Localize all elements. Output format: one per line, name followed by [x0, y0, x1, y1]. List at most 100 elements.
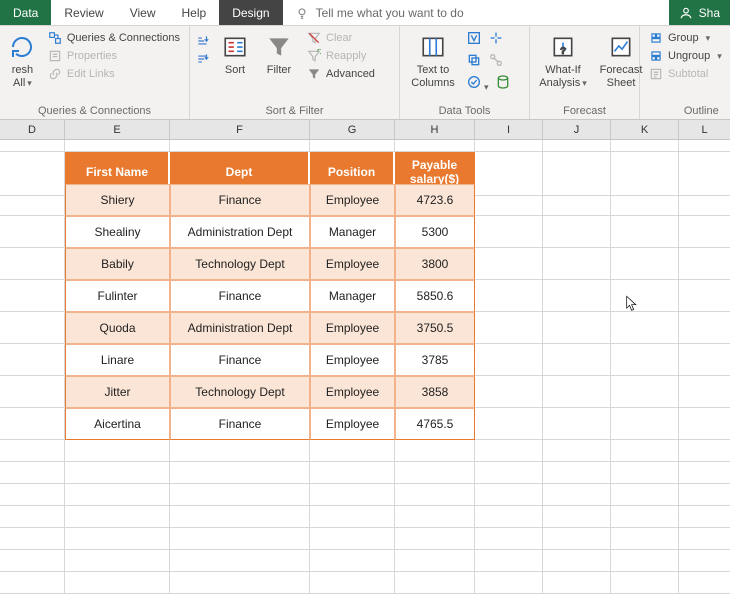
cell[interactable]: [170, 528, 310, 550]
advanced-button[interactable]: Advanced: [304, 66, 378, 82]
tell-me-search[interactable]: Tell me what you want to do: [283, 0, 476, 25]
cell[interactable]: [0, 312, 65, 344]
cell[interactable]: [65, 506, 170, 528]
cell[interactable]: [679, 376, 730, 408]
td-position[interactable]: Employee: [310, 312, 395, 344]
cell[interactable]: [65, 550, 170, 572]
td-salary[interactable]: 5300: [395, 216, 475, 248]
tab-view[interactable]: View: [117, 0, 169, 25]
td-position[interactable]: Employee: [310, 248, 395, 280]
cell[interactable]: [611, 440, 679, 462]
cell[interactable]: [679, 344, 730, 376]
td-salary[interactable]: 3750.5: [395, 312, 475, 344]
td-salary[interactable]: 4765.5: [395, 408, 475, 440]
refresh-all-button[interactable]: reshAll▾: [6, 30, 39, 92]
cell[interactable]: [475, 376, 543, 408]
tab-design[interactable]: Design: [219, 0, 282, 25]
cell[interactable]: [543, 216, 611, 248]
cell[interactable]: [310, 462, 395, 484]
cell[interactable]: [543, 484, 611, 506]
cell[interactable]: [543, 572, 611, 594]
td-dept[interactable]: Finance: [170, 184, 310, 216]
td-salary[interactable]: 3800: [395, 248, 475, 280]
cell[interactable]: [65, 440, 170, 462]
col-L[interactable]: L: [679, 120, 730, 139]
col-J[interactable]: J: [543, 120, 611, 139]
col-K[interactable]: K: [611, 120, 679, 139]
cell[interactable]: [475, 216, 543, 248]
cell[interactable]: [543, 376, 611, 408]
cell[interactable]: [679, 462, 730, 484]
td-position[interactable]: Manager: [310, 280, 395, 312]
td-dept[interactable]: Finance: [170, 344, 310, 376]
what-if-analysis-button[interactable]: ? What-IfAnalysis▾: [536, 30, 590, 92]
cell[interactable]: [611, 572, 679, 594]
cell[interactable]: [65, 484, 170, 506]
td-first-name[interactable]: Shiery: [65, 184, 170, 216]
cell[interactable]: [310, 572, 395, 594]
cell[interactable]: [611, 344, 679, 376]
cell[interactable]: [475, 248, 543, 280]
cell[interactable]: [543, 550, 611, 572]
cell[interactable]: [611, 248, 679, 280]
cell[interactable]: [395, 140, 475, 152]
tab-help[interactable]: Help: [169, 0, 220, 25]
td-salary[interactable]: 3785: [395, 344, 475, 376]
cell[interactable]: [395, 440, 475, 462]
cell[interactable]: [543, 248, 611, 280]
col-I[interactable]: I: [475, 120, 543, 139]
remove-duplicates-icon[interactable]: [466, 52, 482, 71]
cell[interactable]: [679, 440, 730, 462]
group-button[interactable]: Group▾: [646, 30, 725, 46]
td-position[interactable]: Employee: [310, 408, 395, 440]
cell[interactable]: [310, 140, 395, 152]
cell[interactable]: [543, 408, 611, 440]
cell[interactable]: [679, 140, 730, 152]
td-first-name[interactable]: Jitter: [65, 376, 170, 408]
cell[interactable]: [395, 572, 475, 594]
td-first-name[interactable]: Quoda: [65, 312, 170, 344]
cell[interactable]: [679, 408, 730, 440]
tab-review[interactable]: Review: [51, 0, 116, 25]
cell[interactable]: [310, 506, 395, 528]
flash-fill-icon[interactable]: [466, 30, 482, 49]
cell[interactable]: [475, 528, 543, 550]
cell[interactable]: [65, 462, 170, 484]
cell[interactable]: [543, 462, 611, 484]
td-first-name[interactable]: Aicertina: [65, 408, 170, 440]
cell[interactable]: [611, 506, 679, 528]
cell[interactable]: [475, 572, 543, 594]
cell[interactable]: [543, 280, 611, 312]
cell[interactable]: [0, 216, 65, 248]
td-dept[interactable]: Administration Dept: [170, 216, 310, 248]
properties-button[interactable]: Properties: [45, 48, 183, 64]
cell[interactable]: [170, 462, 310, 484]
cell[interactable]: [310, 528, 395, 550]
cell[interactable]: [0, 376, 65, 408]
cell[interactable]: [543, 344, 611, 376]
tab-data[interactable]: Data: [0, 0, 51, 25]
cell[interactable]: [0, 280, 65, 312]
cell[interactable]: [611, 280, 679, 312]
td-position[interactable]: Employee: [310, 376, 395, 408]
forecast-sheet-button[interactable]: ForecastSheet: [596, 30, 646, 92]
cell[interactable]: [65, 140, 170, 152]
cell[interactable]: [475, 506, 543, 528]
td-dept[interactable]: Finance: [170, 408, 310, 440]
cell[interactable]: [170, 572, 310, 594]
td-salary[interactable]: 5850.6: [395, 280, 475, 312]
cell[interactable]: [611, 312, 679, 344]
cell[interactable]: [679, 484, 730, 506]
cell[interactable]: [611, 216, 679, 248]
td-first-name[interactable]: Babily: [65, 248, 170, 280]
cell[interactable]: [0, 440, 65, 462]
consolidate-icon[interactable]: [488, 30, 504, 49]
relationships-icon[interactable]: [488, 52, 504, 71]
cell[interactable]: [475, 484, 543, 506]
td-salary[interactable]: 3858: [395, 376, 475, 408]
cell[interactable]: [0, 506, 65, 528]
cell[interactable]: [543, 312, 611, 344]
cell[interactable]: [475, 140, 543, 152]
td-first-name[interactable]: Linare: [65, 344, 170, 376]
cell[interactable]: [611, 462, 679, 484]
